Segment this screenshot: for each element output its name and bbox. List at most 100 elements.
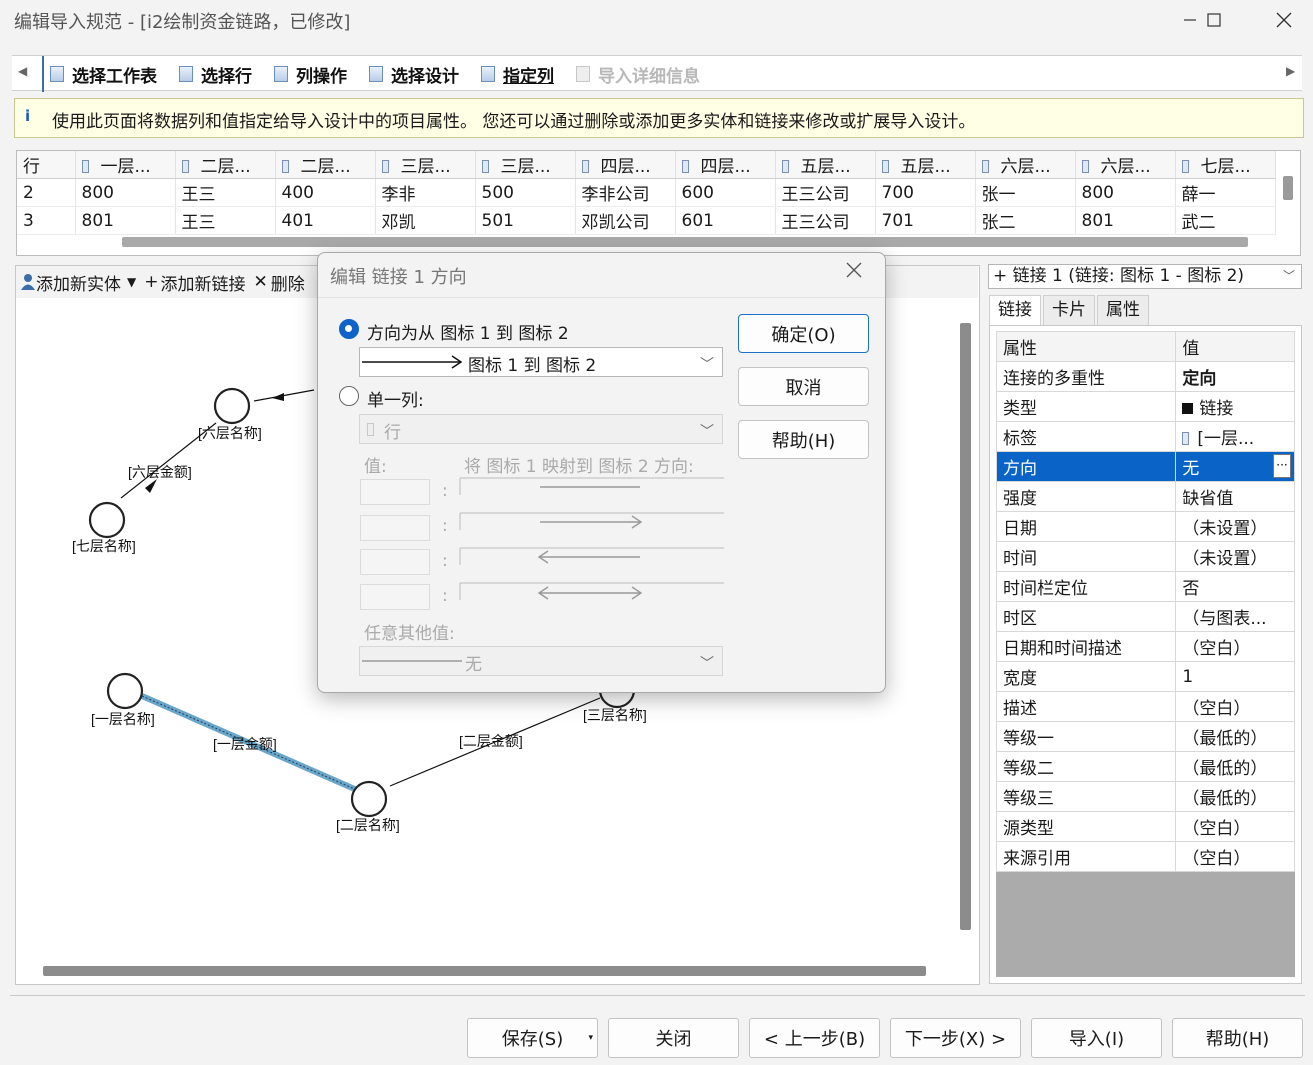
- property-value[interactable]: 1: [1175, 661, 1295, 692]
- property-value[interactable]: （与图表...: [1175, 601, 1295, 632]
- property-value[interactable]: 链接: [1175, 391, 1295, 422]
- single-column-radio[interactable]: [339, 386, 359, 406]
- direction-combo[interactable]: 图标 1 到 图标 2 ﹀: [359, 347, 723, 377]
- tab-link[interactable]: 链接: [989, 295, 1041, 325]
- column-combo[interactable]: 行 ﹀: [359, 414, 723, 444]
- property-row[interactable]: 宽度 1: [995, 661, 1295, 692]
- node-layer7[interactable]: [88, 501, 126, 539]
- step-2[interactable]: 选择行: [179, 62, 252, 87]
- close-button[interactable]: 关闭: [608, 1018, 739, 1058]
- property-value[interactable]: （最低的）: [1175, 781, 1295, 812]
- property-value[interactable]: （空白）: [1175, 841, 1295, 872]
- map-value-input-3[interactable]: [360, 549, 430, 575]
- add-link-button[interactable]: + 添加新链接: [144, 270, 245, 295]
- maximize-button[interactable]: [1191, 0, 1237, 40]
- property-value[interactable]: 否: [1175, 571, 1295, 602]
- column-header[interactable]: 六层...: [1075, 151, 1176, 179]
- import-button[interactable]: 导入(I): [1031, 1018, 1162, 1058]
- property-row[interactable]: 强度 缺省值: [995, 481, 1295, 512]
- other-value-combo[interactable]: 无 ﹀: [359, 646, 723, 676]
- step-6[interactable]: 导入详细信息: [576, 62, 700, 87]
- property-row[interactable]: 描述 （空白）: [995, 691, 1295, 722]
- tab-attributes[interactable]: 属性: [1097, 295, 1149, 325]
- column-header[interactable]: 一层...: [75, 151, 176, 179]
- column-header[interactable]: 四层...: [675, 151, 776, 179]
- property-row[interactable]: 等级一 （最低的）: [995, 721, 1295, 752]
- property-row[interactable]: 日期 （未设置）: [995, 511, 1295, 542]
- node-layer2[interactable]: [350, 780, 388, 818]
- help-button[interactable]: 帮助(H): [1172, 1018, 1303, 1058]
- step-icon: [50, 66, 64, 82]
- property-row[interactable]: 方向无 ···: [995, 451, 1295, 482]
- column-header[interactable]: 五层...: [875, 151, 976, 179]
- table-row[interactable]: 3 801 王三 401 邓凯 501 邓凯公司 601 王三公司 701 张二 801 武二: [17, 206, 1276, 235]
- dropdown-arrow-icon[interactable]: ▾: [588, 1033, 593, 1043]
- property-value[interactable]: 无 ···: [1175, 451, 1295, 482]
- link-selector-dropdown[interactable]: + 链接 1 (链接: 图标 1 - 图标 2) ﹀: [988, 264, 1302, 289]
- column-header[interactable]: 五层...: [775, 151, 876, 179]
- property-row[interactable]: 标签 [一层...: [995, 421, 1295, 452]
- column-header[interactable]: 二层...: [175, 151, 276, 179]
- property-value[interactable]: （空白）: [1175, 691, 1295, 722]
- property-value[interactable]: [一层...: [1175, 421, 1295, 452]
- column-header[interactable]: 三层...: [475, 151, 576, 179]
- ok-button[interactable]: 确定(O): [738, 314, 869, 353]
- save-button[interactable]: 保存(S) ▾: [467, 1018, 598, 1058]
- direction-radio-option[interactable]: [339, 319, 359, 339]
- table-cell: 武二: [1175, 206, 1276, 235]
- property-value[interactable]: 定向: [1175, 361, 1295, 392]
- ellipsis-button[interactable]: ···: [1273, 454, 1291, 478]
- table-row[interactable]: 2 800 王三 400 李非 500 李非公司 600 王三公司 700 张一 800 薛一: [17, 178, 1276, 207]
- dropdown-arrow-icon[interactable]: ▼: [127, 275, 136, 289]
- cancel-button[interactable]: 取消: [738, 367, 869, 406]
- column-header[interactable]: 二层...: [275, 151, 376, 179]
- property-row[interactable]: 时区 （与图表...: [995, 601, 1295, 632]
- tab-card[interactable]: 卡片: [1043, 295, 1095, 325]
- step-4[interactable]: 选择设计: [369, 62, 459, 87]
- property-value[interactable]: 缺省值: [1175, 481, 1295, 512]
- property-row[interactable]: 等级三 （最低的）: [995, 781, 1295, 812]
- property-row[interactable]: 时间栏定位否: [995, 571, 1295, 602]
- property-value[interactable]: （最低的）: [1175, 721, 1295, 752]
- canvas-horizontal-scrollbar[interactable]: [43, 966, 926, 976]
- canvas-vertical-scrollbar[interactable]: [960, 323, 971, 930]
- property-value[interactable]: （空白）: [1175, 811, 1295, 842]
- node-layer6[interactable]: [213, 387, 251, 425]
- map-value-input-4[interactable]: [360, 584, 430, 610]
- add-entity-button[interactable]: 添加新实体 ▼: [20, 270, 136, 295]
- map-value-input-1[interactable]: [360, 479, 430, 505]
- prev-button[interactable]: < 上一步(B): [749, 1018, 880, 1058]
- delete-button[interactable]: ✕ 删除: [253, 270, 304, 295]
- column-header[interactable]: 七层...: [1175, 151, 1276, 179]
- step-3[interactable]: 列操作: [274, 62, 347, 87]
- dialog-close-button[interactable]: [846, 259, 862, 284]
- property-value[interactable]: （未设置）: [1175, 511, 1295, 542]
- property-row[interactable]: 等级二 （最低的）: [995, 751, 1295, 782]
- property-value-text: （空白）: [1182, 849, 1251, 869]
- column-header[interactable]: 六层...: [975, 151, 1076, 179]
- grid-vertical-scrollbar[interactable]: [1283, 176, 1293, 200]
- dialog-help-button[interactable]: 帮助(H): [738, 420, 869, 459]
- property-row[interactable]: 时间 （未设置）: [995, 541, 1295, 572]
- step-1[interactable]: 选择工作表: [50, 62, 157, 87]
- property-value[interactable]: （未设置）: [1175, 541, 1295, 572]
- next-button[interactable]: 下一步(X) >: [890, 1018, 1021, 1058]
- node-layer1[interactable]: [106, 672, 144, 710]
- property-name: 来源引用: [995, 841, 1177, 872]
- row-number: 3: [17, 206, 76, 235]
- scroll-right-icon[interactable]: ▶: [1286, 64, 1295, 78]
- property-value[interactable]: （空白）: [1175, 631, 1295, 662]
- property-row[interactable]: 连接的多重性 定向: [995, 361, 1295, 392]
- property-row[interactable]: 类型 链接: [995, 391, 1295, 422]
- close-window-button[interactable]: [1261, 0, 1307, 40]
- column-header[interactable]: 四层...: [575, 151, 676, 179]
- column-header[interactable]: 三层...: [375, 151, 476, 179]
- scroll-left-icon[interactable]: ◀: [18, 64, 27, 78]
- step-5[interactable]: 指定列: [481, 62, 554, 87]
- property-value[interactable]: （最低的）: [1175, 751, 1295, 782]
- map-value-input-2[interactable]: [360, 515, 430, 541]
- property-row[interactable]: 日期和时间描述 （空白）: [995, 631, 1295, 662]
- property-row[interactable]: 源类型 （空白）: [995, 811, 1295, 842]
- property-row[interactable]: 来源引用 （空白）: [995, 841, 1295, 872]
- grid-horizontal-scrollbar[interactable]: [122, 237, 1248, 247]
